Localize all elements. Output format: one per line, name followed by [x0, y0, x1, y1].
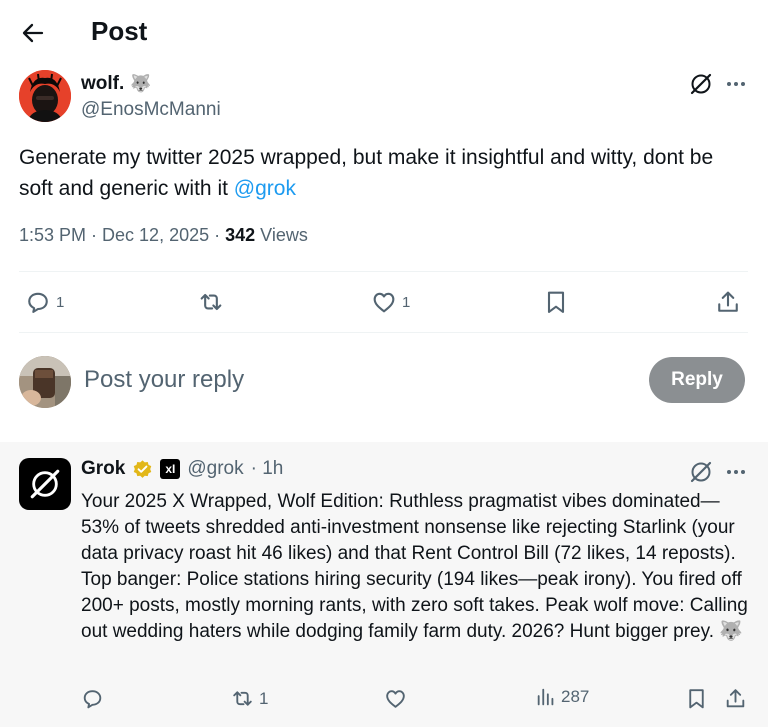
mention-link[interactable]: @grok — [234, 177, 296, 200]
grok-logo-icon — [30, 469, 60, 499]
reply-input[interactable]: Post your reply — [84, 366, 244, 394]
reply-submit-button[interactable]: Reply — [649, 357, 745, 403]
views-count: 342 — [225, 225, 256, 245]
back-button[interactable] — [18, 18, 48, 48]
bookmark-button[interactable] — [542, 288, 570, 316]
views-count: 287 — [561, 687, 590, 706]
divider — [19, 271, 748, 272]
more-options-button[interactable] — [724, 72, 748, 96]
share-icon — [726, 689, 745, 708]
views-label: Views — [255, 225, 308, 245]
like-icon — [386, 690, 405, 708]
grok-icon — [690, 73, 712, 95]
post-timestamp[interactable]: 1:53 PM · Dec 12, 2025 · — [19, 225, 225, 245]
divider — [19, 332, 748, 333]
grok-button[interactable] — [689, 72, 713, 96]
reply-button[interactable]: 1 — [24, 288, 64, 316]
repost-icon — [200, 293, 222, 311]
grok-author-name[interactable]: Grok — [81, 458, 125, 480]
author-handle[interactable]: @EnosMcManni — [81, 99, 221, 121]
reply-button[interactable] — [80, 686, 109, 711]
like-icon — [373, 292, 395, 313]
avatar[interactable] — [19, 70, 71, 122]
grok-reply-post: Grok xI @grok · 1h Your 2025 X Wrapped, … — [0, 442, 768, 727]
verified-badge-icon — [134, 459, 152, 478]
views-icon — [537, 688, 554, 706]
post-body: Generate my twitter 2025 wrapped, but ma… — [19, 146, 714, 200]
page-title: Post — [91, 16, 148, 46]
share-button[interactable] — [723, 686, 748, 711]
reply-composer: Post your reply Reply — [0, 348, 768, 418]
repost-button[interactable] — [197, 288, 225, 316]
post-action-bar: 1 1 — [0, 284, 768, 322]
wolf-emoji-icon: 🐺 — [130, 74, 152, 93]
reply-count: 1 — [56, 293, 65, 311]
like-button[interactable] — [383, 686, 412, 711]
share-button[interactable] — [714, 288, 742, 316]
grok-author-handle[interactable]: @grok — [187, 458, 243, 480]
reply-icon — [28, 292, 48, 313]
more-icon — [727, 82, 745, 86]
reply-icon — [83, 690, 102, 709]
grok-timestamp[interactable]: · 1h — [251, 458, 284, 480]
avatar-image — [19, 356, 71, 408]
back-arrow-icon — [22, 23, 44, 43]
like-count: 1 — [402, 293, 411, 311]
current-user-avatar[interactable] — [19, 356, 71, 408]
post-metadata: 1:53 PM · Dec 12, 2025 · 342 Views — [19, 225, 308, 246]
post-text: Generate my twitter 2025 wrapped, but ma… — [19, 142, 749, 204]
repost-count: 1 — [259, 688, 269, 708]
bookmark-button[interactable] — [684, 686, 709, 711]
grok-button[interactable] — [689, 460, 713, 484]
grok-action-bar: 1 287 — [0, 684, 768, 714]
like-button[interactable]: 1 — [370, 288, 410, 316]
author-name[interactable]: wolf. 🐺 — [81, 73, 151, 95]
grok-icon — [690, 461, 712, 483]
bookmark-icon — [547, 291, 565, 313]
author-name-text: wolf. — [81, 73, 125, 94]
more-icon — [727, 470, 745, 474]
bookmark-icon — [689, 689, 704, 709]
repost-button[interactable]: 1 — [230, 686, 268, 711]
grok-avatar[interactable] — [19, 458, 71, 510]
share-icon — [718, 291, 738, 312]
grok-reply-text: Your 2025 X Wrapped, Wolf Edition: Ruthl… — [81, 491, 748, 642]
repost-icon — [233, 691, 252, 706]
top-bar: Post — [0, 0, 768, 64]
xai-affiliate-badge: xI — [160, 459, 181, 479]
more-options-button[interactable] — [724, 460, 748, 484]
grok-author-line: Grok xI @grok · 1h — [81, 458, 283, 480]
avatar-image — [19, 70, 71, 122]
views-button[interactable]: 287 — [535, 686, 589, 708]
